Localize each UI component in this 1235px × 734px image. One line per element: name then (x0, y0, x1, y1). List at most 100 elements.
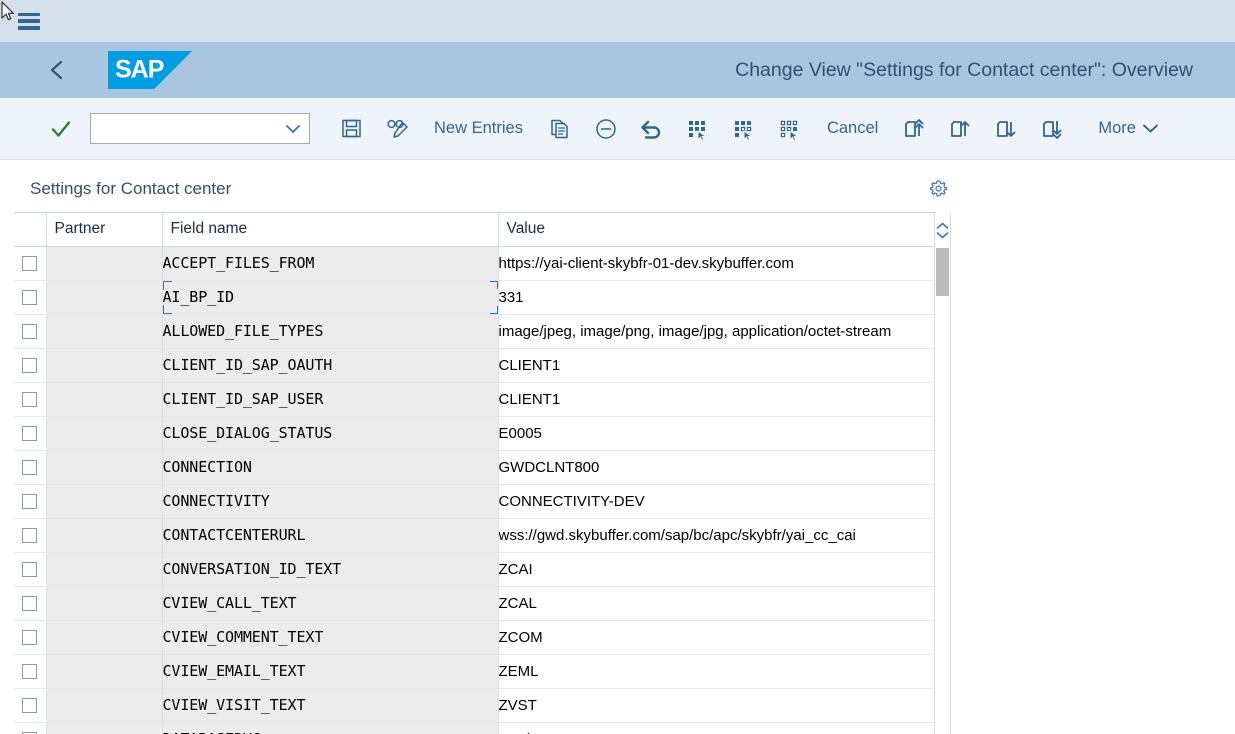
row-select-cell[interactable] (14, 654, 47, 689)
previous-page-button[interactable] (938, 109, 984, 149)
row-checkbox[interactable] (22, 630, 38, 646)
row-checkbox[interactable] (22, 528, 38, 544)
row-checkbox[interactable] (22, 358, 38, 374)
cell-value[interactable]: ZCOM (498, 620, 937, 655)
row-checkbox[interactable] (22, 290, 38, 306)
table-row[interactable]: ACCEPT_FILES_FROM https://yai-client-skyb… (14, 246, 937, 281)
table-row[interactable]: CONVERSATION_ID_TEXT ZCAI (14, 552, 937, 587)
cell-value[interactable]: ZEML (498, 654, 937, 689)
row-checkbox[interactable] (22, 596, 38, 612)
cell-field-name[interactable]: AI_BP_ID (162, 280, 499, 315)
table-row[interactable]: AI_BP_ID 331 (14, 280, 937, 315)
cell-field-name[interactable]: CLOSE_DIALOG_STATUS (162, 416, 499, 451)
row-select-cell[interactable] (14, 688, 47, 723)
row-checkbox[interactable] (22, 460, 38, 476)
cell-partner[interactable] (46, 382, 163, 417)
cell-value[interactable]: CONNECTIVITY-DEV (498, 484, 937, 519)
cell-value[interactable]: wss://gwd.skybuffer.com/sap/bc/apc/skybf… (498, 518, 937, 553)
row-select-cell[interactable] (14, 280, 47, 315)
delete-button[interactable] (583, 109, 629, 149)
next-page-button[interactable] (984, 109, 1030, 149)
row-select-cell[interactable] (14, 348, 47, 383)
scrollbar-arrows[interactable] (935, 213, 950, 247)
row-select-cell[interactable] (14, 450, 47, 485)
select-range-button[interactable] (767, 109, 813, 149)
cell-field-name[interactable]: CVIEW_VISIT_TEXT (162, 688, 499, 723)
cell-value[interactable]: ZVST (498, 688, 937, 723)
table-row[interactable]: CLIENT_ID_SAP_USER CLIENT1 (14, 382, 937, 417)
chevron-down-icon[interactable] (936, 231, 949, 239)
row-checkbox[interactable] (22, 256, 38, 272)
column-header-field-name[interactable]: Field name (162, 213, 499, 247)
cell-value[interactable]: CLIENT1 (498, 382, 937, 417)
cell-field-name[interactable]: CONNECTION (162, 450, 499, 485)
cell-partner[interactable] (46, 314, 163, 349)
table-settings-button[interactable] (923, 176, 953, 202)
column-header-select[interactable] (14, 213, 47, 247)
last-page-button[interactable] (1030, 109, 1076, 149)
cell-value[interactable]: ZCAL (498, 586, 937, 621)
display-change-button[interactable] (374, 109, 420, 149)
back-navigation-button[interactable] (44, 57, 70, 83)
cell-partner[interactable] (46, 246, 163, 281)
new-entries-button[interactable]: New Entries (420, 109, 537, 149)
cell-field-name[interactable]: CVIEW_CALL_TEXT (162, 586, 499, 621)
cell-field-name[interactable]: CVIEW_COMMENT_TEXT (162, 620, 499, 655)
cell-partner[interactable] (46, 586, 163, 621)
cell-partner[interactable] (46, 654, 163, 689)
cell-partner[interactable] (46, 348, 163, 383)
more-menu-button[interactable]: More (1098, 109, 1159, 149)
row-checkbox[interactable] (22, 426, 38, 442)
table-vertical-scrollbar[interactable] (934, 213, 951, 734)
row-select-cell[interactable] (14, 416, 47, 451)
row-select-cell[interactable] (14, 484, 47, 519)
cell-value[interactable]: CLIENT1 (498, 348, 937, 383)
column-header-partner[interactable]: Partner (46, 213, 163, 247)
table-row[interactable]: CLOSE_DIALOG_STATUS E0005 (14, 416, 937, 451)
save-button[interactable] (328, 109, 374, 149)
table-row[interactable]: CLIENT_ID_SAP_OAUTH CLIENT1 (14, 348, 937, 383)
table-row[interactable]: CONNECTIVITY CONNECTIVITY-DEV (14, 484, 937, 519)
chevron-up-icon[interactable] (936, 222, 949, 230)
hamburger-menu-icon[interactable] (18, 12, 40, 30)
table-row[interactable]: CVIEW_CALL_TEXT ZCAL (14, 586, 937, 621)
row-checkbox[interactable] (22, 392, 38, 408)
row-select-cell[interactable] (14, 552, 47, 587)
cell-field-name[interactable]: CLIENT_ID_SAP_OAUTH (162, 348, 499, 383)
cell-field-name[interactable]: CLIENT_ID_SAP_USER (162, 382, 499, 417)
row-select-cell[interactable] (14, 586, 47, 621)
select-all-button[interactable] (675, 109, 721, 149)
cell-partner[interactable] (46, 518, 163, 553)
cell-value[interactable]: service (498, 722, 937, 734)
cell-partner[interactable] (46, 620, 163, 655)
cell-field-name[interactable]: ACCEPT_FILES_FROM (162, 246, 499, 281)
cell-value[interactable]: ZCAI (498, 552, 937, 587)
cancel-button[interactable]: Cancel (813, 109, 892, 149)
row-checkbox[interactable] (22, 664, 38, 680)
cell-value[interactable]: GWDCLNT800 (498, 450, 937, 485)
cell-partner[interactable] (46, 450, 163, 485)
cell-field-name[interactable]: CONNECTIVITY (162, 484, 499, 519)
table-row[interactable]: CVIEW_EMAIL_TEXT ZEML (14, 654, 937, 689)
first-page-button[interactable] (892, 109, 938, 149)
row-checkbox[interactable] (22, 698, 38, 714)
cell-value[interactable]: 331 (498, 280, 937, 315)
row-select-cell[interactable] (14, 722, 47, 734)
undo-button[interactable] (629, 109, 675, 149)
cell-field-name[interactable]: ALLOWED_FILE_TYPES (162, 314, 499, 349)
cell-field-name[interactable]: DATABASERVC (162, 722, 499, 734)
cell-partner[interactable] (46, 416, 163, 451)
cell-field-name[interactable]: CONTACTCENTERURL (162, 518, 499, 553)
cell-value[interactable]: E0005 (498, 416, 937, 451)
table-row[interactable]: ALLOWED_FILE_TYPES image/jpeg, image/png,… (14, 314, 937, 349)
row-select-cell[interactable] (14, 620, 47, 655)
cell-partner[interactable] (46, 484, 163, 519)
row-select-cell[interactable] (14, 518, 47, 553)
confirm-button[interactable] (40, 109, 82, 149)
table-row[interactable]: CVIEW_COMMENT_TEXT ZCOM (14, 620, 937, 655)
scrollbar-thumb[interactable] (936, 248, 949, 296)
table-row[interactable]: CONNECTION GWDCLNT800 (14, 450, 937, 485)
row-checkbox[interactable] (22, 324, 38, 340)
transaction-select[interactable] (90, 113, 310, 144)
row-select-cell[interactable] (14, 382, 47, 417)
